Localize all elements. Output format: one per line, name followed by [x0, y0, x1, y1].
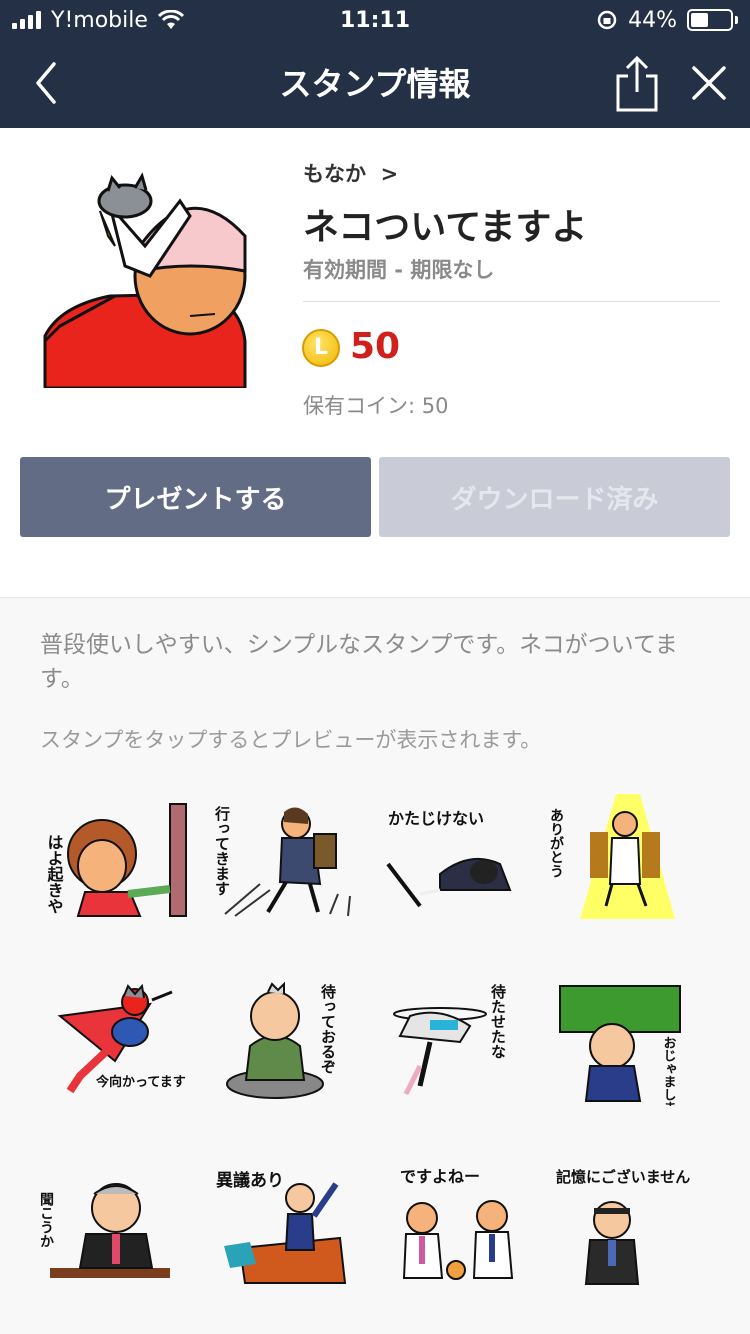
close-icon[interactable]	[686, 60, 732, 106]
sticker-caption: ありがとう	[550, 808, 564, 878]
info-divider	[303, 301, 720, 302]
sticker-caption: おじゃましますよ	[661, 1036, 677, 1106]
sticker-thumbnail[interactable]: 記憶にございません	[550, 1158, 700, 1288]
coin-icon: L	[302, 329, 340, 367]
price-value: 50	[350, 326, 401, 367]
chevron-right-icon: >	[373, 162, 399, 186]
author-link[interactable]: もなか >	[303, 158, 398, 188]
sticker-details: 普段使いしやすい、シンプルなスタンプです。ネコがついてます。 スタンプをタップす…	[0, 598, 750, 1334]
sticker-thumbnail[interactable]: 異議あり	[210, 1158, 360, 1288]
product-header: もなか > ネコついてますよ 有効期間 - 期限なし L 50 保有コイン: 5…	[0, 128, 750, 598]
sticker-thumbnail[interactable]: 待たせたな	[380, 976, 530, 1106]
main-sticker-image	[43, 172, 247, 388]
sticker-thumbnail[interactable]: 今向かってます	[40, 976, 190, 1106]
nav-bar: スタンプ情報	[0, 40, 750, 128]
sticker-thumbnail[interactable]: ありがとう	[550, 794, 700, 924]
sticker-thumbnail[interactable]: かたじけない	[380, 794, 530, 924]
sticker-thumbnail[interactable]: 待っておるぞ	[210, 976, 360, 1106]
sticker-caption: 今向かってます	[95, 1074, 186, 1090]
battery-icon	[687, 9, 738, 31]
carrier-label: Y!mobile	[51, 7, 148, 33]
sticker-thumbnail[interactable]: 行ってきます	[210, 794, 360, 924]
sticker-caption: ですよねー	[400, 1167, 480, 1186]
owned-coins: 保有コイン: 50	[303, 394, 449, 418]
sticker-caption: 聞こうか	[40, 1192, 54, 1248]
sticker-title: ネコついてますよ	[303, 207, 588, 248]
signal-icon	[12, 11, 41, 29]
sticker-thumbnail[interactable]: はよ起きや	[40, 794, 190, 924]
battery-percent: 44%	[628, 7, 677, 33]
sticker-caption: 記憶にございません	[556, 1168, 690, 1186]
sticker-thumbnail[interactable]: おじゃましますよ	[550, 976, 700, 1106]
sticker-caption: はよ起きや	[45, 834, 65, 914]
share-icon[interactable]	[612, 54, 662, 114]
description-text: 普段使いしやすい、シンプルなスタンプです。ネコがついてます。	[40, 632, 678, 692]
sticker-caption: 異議あり	[216, 1170, 284, 1191]
sticker-caption: かたじけない	[388, 809, 484, 828]
wifi-icon	[157, 10, 184, 29]
author-name: もなか	[303, 162, 366, 186]
orientation-lock-icon	[597, 10, 617, 30]
sticker-thumbnail[interactable]: ですよねー	[380, 1158, 530, 1288]
sticker-caption: 待たせたな	[489, 983, 507, 1059]
downloaded-button: ダウンロード済み	[379, 457, 730, 537]
chevron-left-icon[interactable]	[24, 58, 74, 108]
preview-hint: スタンプをタップするとプレビューが表示されます。	[40, 728, 542, 752]
sticker-thumbnail[interactable]: 聞こうか	[40, 1158, 190, 1288]
validity-text: 有効期間 - 期限なし	[303, 258, 495, 282]
sticker-caption: 行ってきます	[213, 805, 231, 896]
status-bar: Y!mobile 11:11 44%	[0, 0, 750, 40]
present-button[interactable]: プレゼントする	[20, 457, 371, 537]
sticker-caption: 待っておるぞ	[319, 983, 337, 1074]
